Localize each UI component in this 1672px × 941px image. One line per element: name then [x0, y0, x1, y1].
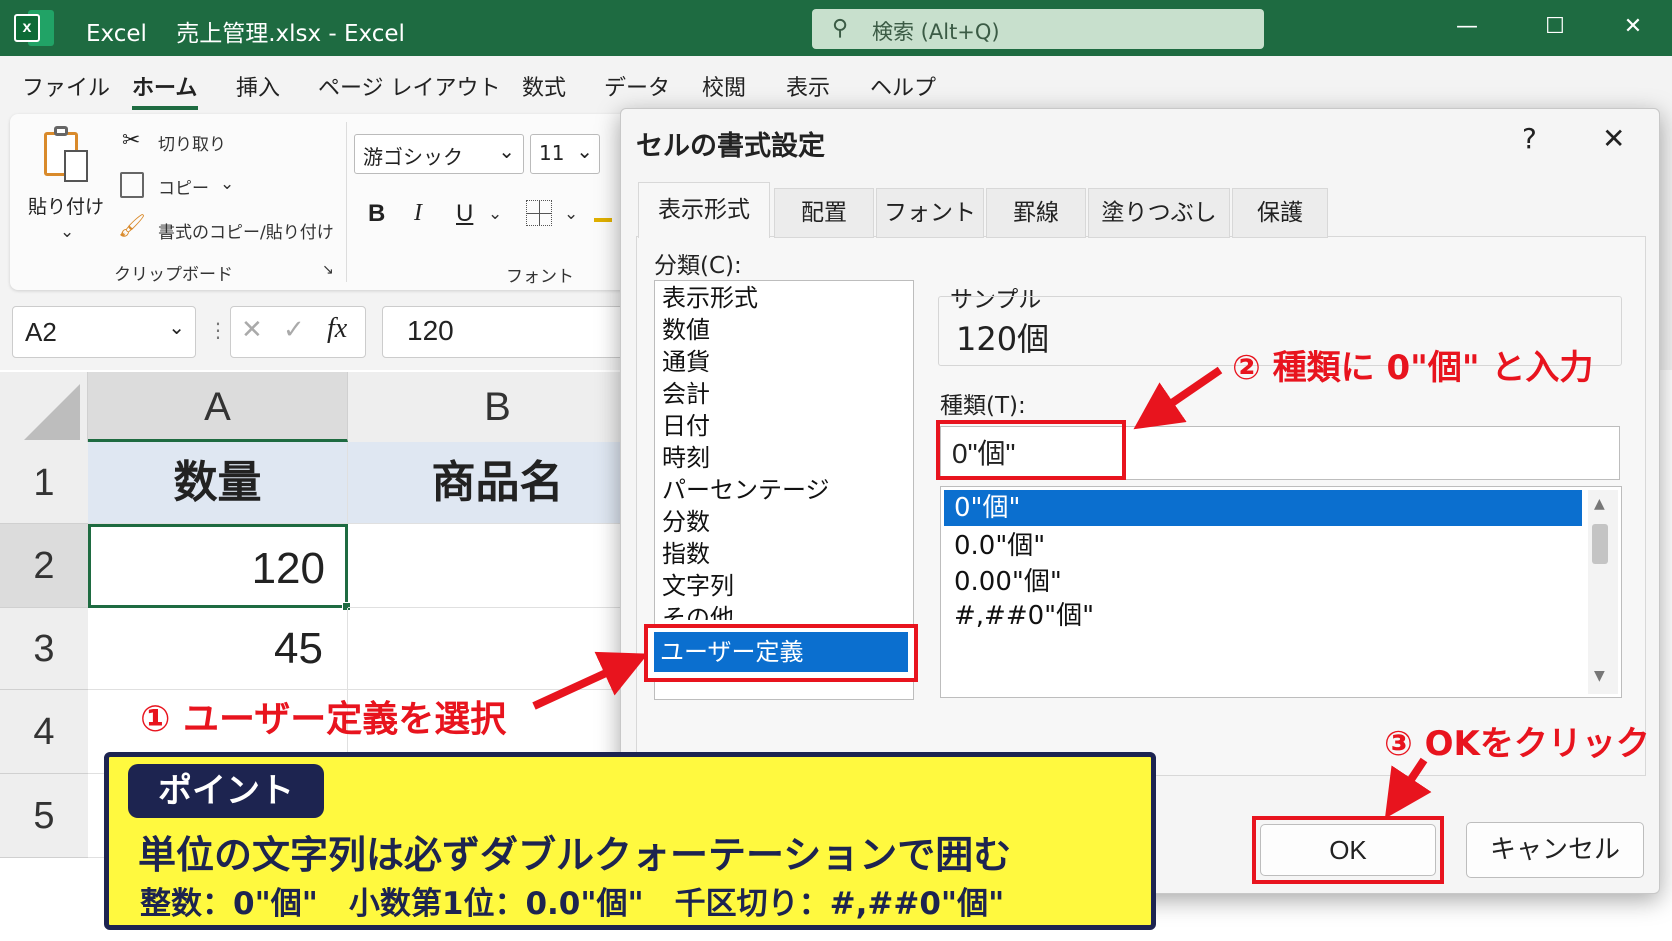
tip-sub-text: 整数：0"個" 小数第1位：0.0"個" 千区切り：#,##0"個": [140, 886, 1005, 922]
tip-main-text: 単位の文字列は必ずダブルクォーテーションで囲む: [138, 833, 1012, 877]
arrow-step1: [532, 651, 649, 710]
arrow-step3: [1384, 757, 1432, 819]
arrow-step2: [1133, 366, 1223, 430]
tip-badge: ポイント: [128, 764, 324, 818]
